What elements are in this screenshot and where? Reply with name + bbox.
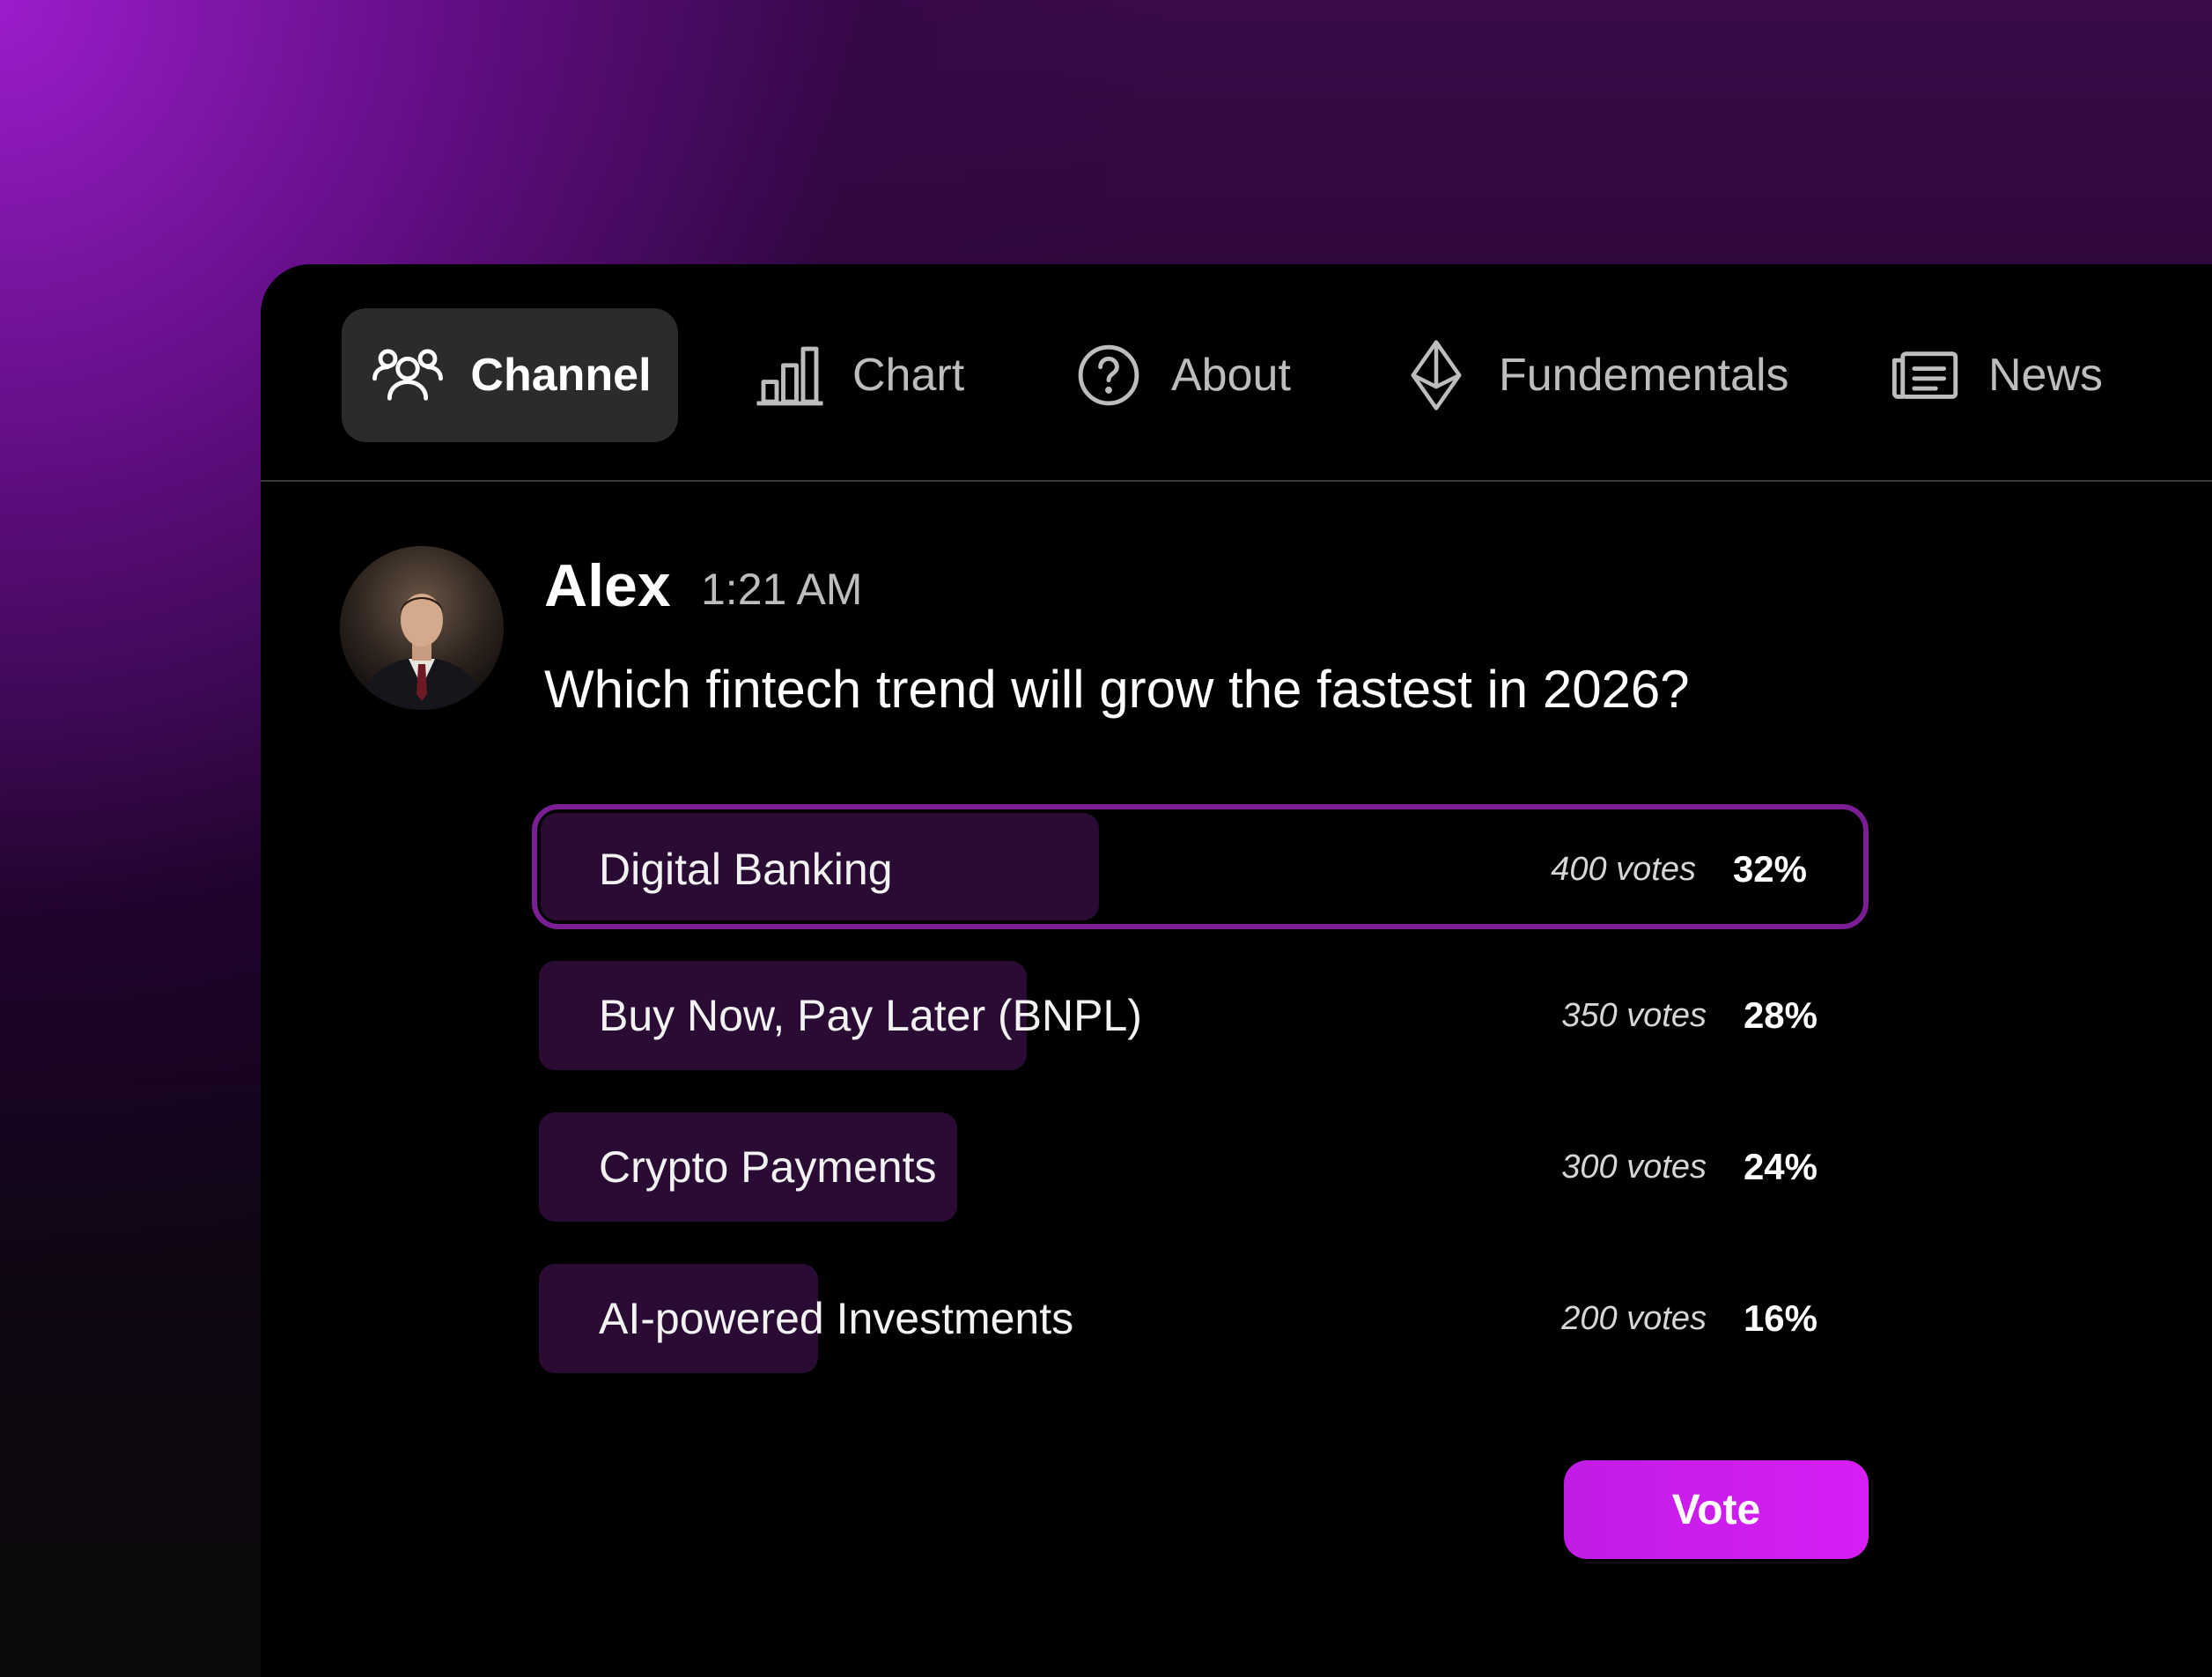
poll-option-label: AI-powered Investments [599, 1294, 1074, 1343]
poll-option-label: Buy Now, Pay Later (BNPL) [599, 991, 1142, 1040]
poll-option[interactable]: Digital Banking 400 votes 32% [532, 804, 1869, 929]
avatar[interactable] [340, 546, 504, 710]
poll-option-votes: 200 votes [1561, 1299, 1707, 1337]
poll-option-percent: 24% [1743, 1146, 1818, 1187]
tab-about-label: About [1171, 350, 1291, 401]
question-circle-icon [1069, 336, 1148, 415]
users-icon [368, 336, 447, 415]
poll-option[interactable]: Buy Now, Pay Later (BNPL) 350 votes 28% [537, 956, 1874, 1075]
tab-bar: Channel Chart About Fundementals News [261, 264, 2212, 482]
tab-chart[interactable]: Chart [750, 308, 964, 442]
tab-chart-label: Chart [852, 350, 965, 401]
poll-option-percent: 16% [1743, 1297, 1818, 1339]
poll-question: Which fintech trend will grow the fastes… [544, 660, 1690, 719]
tab-channel-label: Channel [470, 350, 652, 401]
poll-option[interactable]: AI-powered Investments 200 votes 16% [537, 1259, 1874, 1378]
tab-fundementals[interactable]: Fundementals [1397, 308, 1789, 442]
message-timestamp: 1:21 AM [701, 565, 863, 614]
bar-chart-icon [750, 336, 830, 415]
poll-option-votes: 300 votes [1561, 1148, 1707, 1186]
poll-option-percent: 28% [1743, 994, 1818, 1036]
tab-channel[interactable]: Channel [342, 308, 678, 442]
ethereum-icon [1397, 336, 1476, 415]
poll-option-votes: 400 votes [1551, 850, 1696, 888]
poll-option-votes: 350 votes [1561, 996, 1707, 1034]
poll-option-label: Crypto Payments [599, 1142, 937, 1192]
tab-news[interactable]: News [1886, 308, 2103, 442]
tab-news-label: News [1988, 350, 2104, 401]
poll-panel: Channel Chart About Fundementals News Al… [261, 264, 2212, 1677]
poll-option-percent: 32% [1732, 848, 1807, 890]
newspaper-icon [1886, 336, 1965, 415]
poll-option[interactable]: Crypto Payments 300 votes 24% [537, 1107, 1874, 1227]
poll-option-label: Digital Banking [599, 845, 893, 894]
tab-about[interactable]: About [1069, 308, 1291, 442]
message-author: Alex [544, 552, 671, 619]
tab-fundementals-label: Fundementals [1499, 350, 1789, 401]
vote-button[interactable]: Vote [1564, 1460, 1869, 1559]
